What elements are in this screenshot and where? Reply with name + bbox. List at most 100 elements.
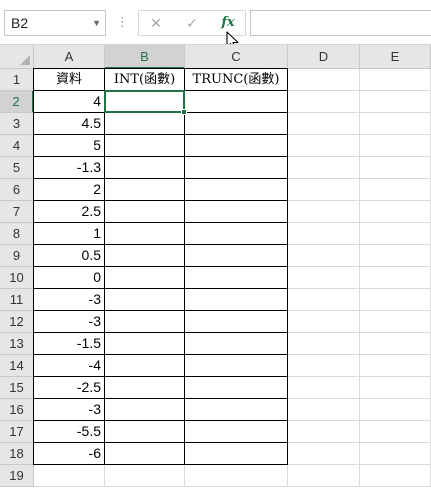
cell-c13[interactable]	[185, 333, 288, 355]
cell-b1[interactable]: INT(函數)	[105, 68, 185, 91]
cell-a11[interactable]: -3	[33, 289, 105, 311]
cell-a16[interactable]: -3	[33, 399, 105, 421]
cell-b8[interactable]	[105, 223, 185, 245]
cell-d5[interactable]	[288, 157, 360, 179]
row-header-7[interactable]: 7	[0, 201, 34, 223]
cell-a2[interactable]: 4	[33, 91, 105, 113]
row-header-18[interactable]: 18	[0, 443, 34, 465]
cell-a3[interactable]: 4.5	[33, 113, 105, 135]
cell-e1[interactable]	[360, 69, 431, 91]
cell-d13[interactable]	[288, 333, 360, 355]
cell-c16[interactable]	[185, 399, 288, 421]
row-header-6[interactable]: 6	[0, 179, 34, 201]
cell-e15[interactable]	[360, 377, 431, 399]
row-header-14[interactable]: 14	[0, 355, 34, 377]
cell-c19[interactable]	[185, 465, 288, 487]
row-header-17[interactable]: 17	[0, 421, 34, 443]
cell-c9[interactable]	[185, 245, 288, 267]
cell-c18[interactable]	[185, 443, 288, 465]
cell-d9[interactable]	[288, 245, 360, 267]
cell-d1[interactable]	[288, 69, 360, 91]
cell-e5[interactable]	[360, 157, 431, 179]
cell-c15[interactable]	[185, 377, 288, 399]
column-header-e[interactable]: E	[360, 45, 431, 69]
cell-c14[interactable]	[185, 355, 288, 377]
cell-e17[interactable]	[360, 421, 431, 443]
cell-a7[interactable]: 2.5	[33, 201, 105, 223]
cell-d10[interactable]	[288, 267, 360, 289]
cell-d2[interactable]	[288, 91, 360, 113]
row-header-11[interactable]: 11	[0, 289, 34, 311]
column-header-c[interactable]: C	[185, 45, 288, 69]
cell-d6[interactable]	[288, 179, 360, 201]
cell-c8[interactable]	[185, 223, 288, 245]
cell-c11[interactable]	[185, 289, 288, 311]
fill-handle[interactable]	[181, 109, 187, 115]
cell-c12[interactable]	[185, 311, 288, 333]
row-header-4[interactable]: 4	[0, 135, 34, 157]
cell-d17[interactable]	[288, 421, 360, 443]
cell-a4[interactable]: 5	[33, 135, 105, 157]
chevron-down-icon[interactable]: ▼	[92, 11, 101, 35]
cell-b7[interactable]	[105, 201, 185, 223]
cell-d12[interactable]	[288, 311, 360, 333]
cell-e2[interactable]	[360, 91, 431, 113]
cell-b3[interactable]	[105, 113, 185, 135]
cell-d14[interactable]	[288, 355, 360, 377]
row-header-3[interactable]: 3	[0, 113, 34, 135]
formula-input[interactable]	[250, 10, 431, 36]
cell-b14[interactable]	[105, 355, 185, 377]
cell-d15[interactable]	[288, 377, 360, 399]
cell-a6[interactable]: 2	[33, 179, 105, 201]
cell-c1[interactable]: TRUNC(函數)	[185, 68, 288, 91]
cell-b18[interactable]	[105, 443, 185, 465]
cell-e19[interactable]	[360, 465, 431, 487]
row-header-8[interactable]: 8	[0, 223, 34, 245]
cell-c3[interactable]	[185, 113, 288, 135]
cell-c4[interactable]	[185, 135, 288, 157]
cell-c7[interactable]	[185, 201, 288, 223]
cell-a1[interactable]: 資料	[33, 68, 105, 91]
cell-b19[interactable]	[105, 465, 185, 487]
cell-e4[interactable]	[360, 135, 431, 157]
cell-b11[interactable]	[105, 289, 185, 311]
cell-a14[interactable]: -4	[33, 355, 105, 377]
cell-b4[interactable]	[105, 135, 185, 157]
row-header-15[interactable]: 15	[0, 377, 34, 399]
cell-e14[interactable]	[360, 355, 431, 377]
cell-d16[interactable]	[288, 399, 360, 421]
cancel-icon[interactable]: ✕	[141, 11, 171, 35]
cell-e10[interactable]	[360, 267, 431, 289]
name-box[interactable]: B2 ▼	[4, 10, 106, 36]
cell-a10[interactable]: 0	[33, 267, 105, 289]
cell-a13[interactable]: -1.5	[33, 333, 105, 355]
enter-icon[interactable]: ✓	[177, 11, 207, 35]
cell-b16[interactable]	[105, 399, 185, 421]
column-header-a[interactable]: A	[34, 45, 105, 69]
cell-c5[interactable]	[185, 157, 288, 179]
cell-a8[interactable]: 1	[33, 223, 105, 245]
cell-c2[interactable]	[185, 91, 288, 113]
cell-b2[interactable]	[105, 91, 185, 113]
row-header-5[interactable]: 5	[0, 157, 34, 179]
cell-b13[interactable]	[105, 333, 185, 355]
cell-a17[interactable]: -5.5	[33, 421, 105, 443]
cell-e13[interactable]	[360, 333, 431, 355]
row-header-9[interactable]: 9	[0, 245, 34, 267]
row-header-1[interactable]: 1	[0, 69, 34, 91]
cell-a18[interactable]: -6	[33, 443, 105, 465]
cell-c17[interactable]	[185, 421, 288, 443]
cell-b12[interactable]	[105, 311, 185, 333]
row-header-12[interactable]: 12	[0, 311, 34, 333]
row-header-13[interactable]: 13	[0, 333, 34, 355]
select-all-button[interactable]	[0, 45, 34, 69]
cell-e12[interactable]	[360, 311, 431, 333]
cell-a15[interactable]: -2.5	[33, 377, 105, 399]
cell-c10[interactable]	[185, 267, 288, 289]
column-header-d[interactable]: D	[288, 45, 360, 69]
cell-b15[interactable]	[105, 377, 185, 399]
cell-e9[interactable]	[360, 245, 431, 267]
cell-d8[interactable]	[288, 223, 360, 245]
row-header-2[interactable]: 2	[0, 91, 34, 113]
cell-c6[interactable]	[185, 179, 288, 201]
